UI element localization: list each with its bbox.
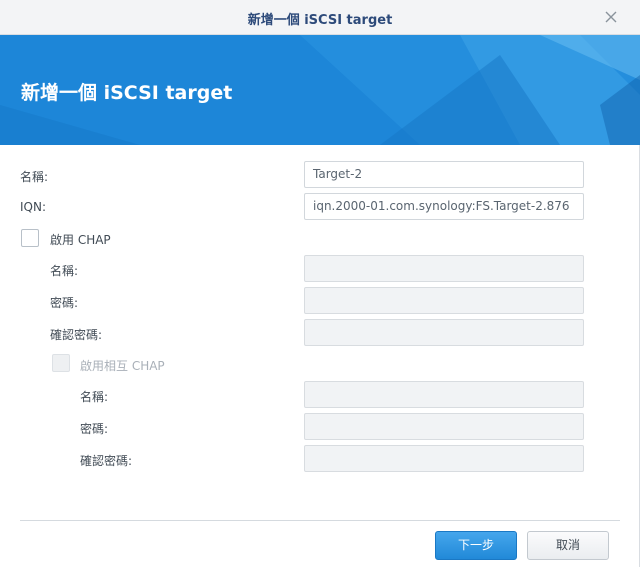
chap-confirm-label: 確認密碼: [50, 328, 103, 342]
iqn-label: IQN: [20, 200, 47, 214]
mutual-confirm-label: 確認密碼: [80, 454, 133, 468]
chap-password-label: 密碼: [50, 296, 79, 310]
cancel-button[interactable]: 取消 [527, 531, 609, 560]
chap-confirm-input[interactable] [304, 319, 584, 346]
chap-name-input[interactable] [304, 255, 584, 282]
name-label: 名稱: [20, 170, 49, 184]
enable-chap-label: 啟用 CHAP [50, 233, 111, 247]
dialog-titlebar: 新增一個 iSCSI target [0, 0, 640, 35]
enable-chap-checkbox[interactable] [21, 229, 39, 247]
iqn-input[interactable]: iqn.2000-01.com.synology:FS.Target-2.876 [304, 193, 584, 220]
mutual-name-label: 名稱: [80, 390, 109, 404]
banner-heading: 新增一個 iSCSI target [21, 82, 233, 104]
dialog-title: 新增一個 iSCSI target [247, 13, 393, 28]
footer-divider [20, 520, 620, 521]
mutual-chap-label: 啟用相互 CHAP [80, 359, 165, 373]
chap-name-label: 名稱: [50, 264, 79, 278]
mutual-name-input[interactable] [304, 381, 584, 408]
chap-password-input[interactable] [304, 287, 584, 314]
mutual-chap-checkbox[interactable] [52, 354, 70, 372]
next-button[interactable]: 下一步 [435, 531, 517, 560]
mutual-password-label: 密碼: [80, 422, 109, 436]
wizard-banner: 新增一個 iSCSI target [0, 35, 640, 145]
mutual-password-input[interactable] [304, 413, 584, 440]
mutual-confirm-input[interactable] [304, 445, 584, 472]
name-input[interactable]: Target-2 [304, 161, 584, 188]
close-icon[interactable] [602, 8, 620, 26]
